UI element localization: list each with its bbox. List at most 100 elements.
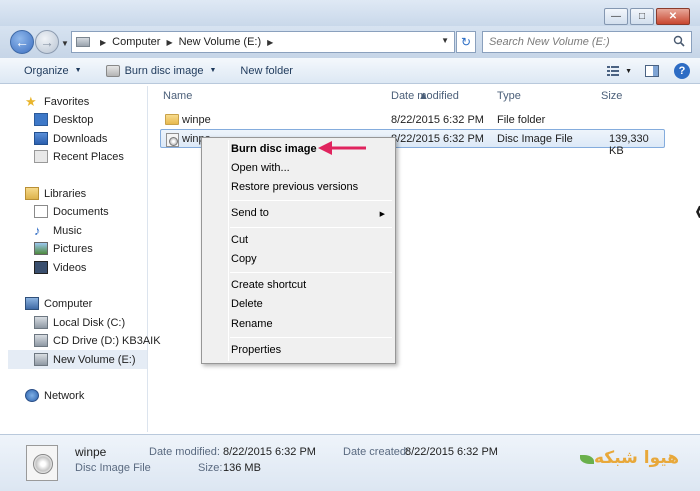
chevron-right-icon[interactable]: ▶ [166, 38, 172, 47]
new-folder-button[interactable]: New folder [240, 65, 293, 77]
file-size: 139,330 KB [609, 133, 649, 157]
command-bar: Organize ▼ Burn disc image ▼ New folder … [0, 58, 700, 84]
burn-label: Burn disc image [124, 64, 204, 77]
new-folder-label: New folder [240, 64, 293, 77]
recent-places-icon [34, 150, 48, 163]
menu-item-delete[interactable]: Delete [231, 298, 263, 310]
disc-image-icon [166, 133, 179, 147]
sidebar-item-new-volume[interactable]: New Volume (E:) [8, 350, 147, 369]
menu-item-rename[interactable]: Rename [231, 318, 273, 330]
chevron-right-icon[interactable]: ▶ [100, 38, 106, 47]
sidebar-item-label: New Volume (E:) [53, 353, 136, 366]
sidebar-item-local-disk[interactable]: Local Disk (C:) [34, 316, 125, 329]
column-header-type[interactable]: Type [497, 90, 521, 102]
sidebar-item-cd-drive[interactable]: CD Drive (D:) KB3AIK [34, 334, 161, 347]
file-row[interactable]: winpe 8/22/2015 6:32 PM File folder [160, 111, 665, 130]
help-icon[interactable]: ? [674, 63, 690, 79]
sidebar-item-computer[interactable]: Computer [25, 297, 92, 310]
change-view-icon[interactable] [605, 63, 621, 79]
sidebar-item-pictures[interactable]: Pictures [34, 242, 93, 255]
column-header-name[interactable]: Name [163, 90, 192, 102]
downloads-icon [34, 132, 48, 145]
sidebar-item-desktop[interactable]: Desktop [34, 113, 93, 126]
sidebar-item-libraries[interactable]: Libraries [25, 187, 86, 200]
burn-disc-image-button[interactable]: Burn disc image ▼ [105, 64, 216, 77]
details-date-created: 8/22/2015 6:32 PM [405, 446, 498, 458]
column-headers: Name ▲ Date modified Type Size [150, 86, 700, 108]
organize-button[interactable]: Organize ▼ [24, 65, 82, 77]
search-box[interactable] [482, 31, 692, 53]
submenu-arrow-icon: ▶ [379, 211, 385, 218]
view-dropdown-icon[interactable]: ▼ [625, 68, 632, 75]
hard-drive-icon [34, 316, 48, 329]
sidebar-item-label: Music [53, 224, 82, 237]
preview-pane-icon[interactable] [644, 63, 660, 79]
details-date-created-label: Date created: [343, 446, 410, 458]
sidebar-item-label: Documents [53, 205, 109, 218]
sidebar-item-downloads[interactable]: Downloads [34, 132, 107, 145]
sidebar-item-videos[interactable]: Videos [34, 261, 86, 274]
disc-image-icon [26, 445, 58, 481]
menu-item-restore-previous-versions[interactable]: Restore previous versions [231, 181, 358, 193]
menu-separator [230, 337, 392, 338]
menu-separator [230, 272, 392, 273]
computer-icon [25, 297, 39, 310]
file-name: winpe [182, 114, 211, 126]
menu-item-send-to[interactable]: Send to [231, 207, 269, 219]
chevron-down-icon: ▼ [74, 67, 82, 74]
column-header-date[interactable]: Date modified [391, 90, 459, 102]
details-date-modified-label: Date modified: [149, 446, 220, 458]
recent-pages-dropdown[interactable]: ▼ [61, 39, 69, 48]
sidebar-item-label: Computer [44, 297, 93, 310]
details-size: 136 MB [223, 462, 261, 474]
address-bar[interactable]: ▶ Computer ▶ New Volume (E:) ▶ ▼ [71, 31, 455, 53]
menu-gutter [228, 140, 229, 361]
sidebar-item-label: Network [44, 389, 85, 402]
menu-item-burn-disc-image[interactable]: Burn disc image [231, 143, 317, 155]
sidebar-item-recent-places[interactable]: Recent Places [34, 150, 124, 163]
close-button[interactable]: ✕ [656, 8, 690, 25]
search-icon[interactable] [673, 35, 685, 47]
details-date-modified: 8/22/2015 6:32 PM [223, 446, 316, 458]
forward-button[interactable]: → [35, 30, 59, 54]
network-icon [25, 389, 39, 402]
file-date: 8/22/2015 6:32 PM [391, 114, 484, 126]
menu-item-open-with[interactable]: Open with... [231, 162, 290, 174]
maximize-button[interactable]: □ [630, 8, 654, 25]
breadcrumb-new-volume[interactable]: New Volume (E:) [179, 36, 262, 48]
sidebar-item-documents[interactable]: Documents [34, 205, 109, 218]
menu-item-create-shortcut[interactable]: Create shortcut [231, 279, 306, 291]
file-type: File folder [497, 114, 546, 126]
annotation-arrow-icon [318, 141, 366, 155]
title-bar: — □ ✕ [0, 0, 700, 26]
minimize-button[interactable]: — [604, 8, 628, 25]
libraries-icon [25, 187, 39, 200]
sidebar-item-label: Favorites [44, 95, 90, 108]
music-icon: ♪ [34, 223, 41, 238]
details-size-label: Size: [198, 462, 223, 474]
sidebar-item-favorites[interactable]: ★ Favorites [25, 95, 89, 108]
search-input[interactable] [489, 36, 664, 48]
sidebar-item-network[interactable]: Network [25, 389, 84, 402]
sidebar-item-label: CD Drive (D:) KB3AIK [53, 334, 161, 347]
address-dropdown[interactable]: ▼ [441, 36, 449, 45]
window-controls: — □ ✕ [602, 8, 690, 25]
column-header-size[interactable]: Size [601, 90, 622, 102]
sidebar-item-music[interactable]: ♪ Music [34, 224, 82, 237]
sidebar-item-label: Recent Places [53, 150, 124, 163]
back-button[interactable]: ← [10, 30, 34, 54]
refresh-button[interactable]: ↻ [456, 31, 476, 53]
menu-item-cut[interactable]: Cut [231, 234, 248, 246]
menu-item-properties[interactable]: Properties [231, 344, 281, 356]
chevron-right-icon[interactable]: ▶ [267, 38, 273, 47]
desktop-icon [34, 113, 48, 126]
videos-icon [34, 261, 48, 274]
context-menu: Burn disc image Open with... Restore pre… [201, 137, 396, 364]
breadcrumb-computer[interactable]: Computer [112, 36, 160, 48]
file-type: Disc Image File [497, 133, 573, 145]
disc-burner-icon [105, 64, 120, 77]
details-file-name: winpe [75, 445, 107, 459]
menu-item-copy[interactable]: Copy [231, 253, 257, 265]
sidebar-item-label: Desktop [53, 113, 94, 126]
hard-drive-icon [34, 353, 48, 366]
